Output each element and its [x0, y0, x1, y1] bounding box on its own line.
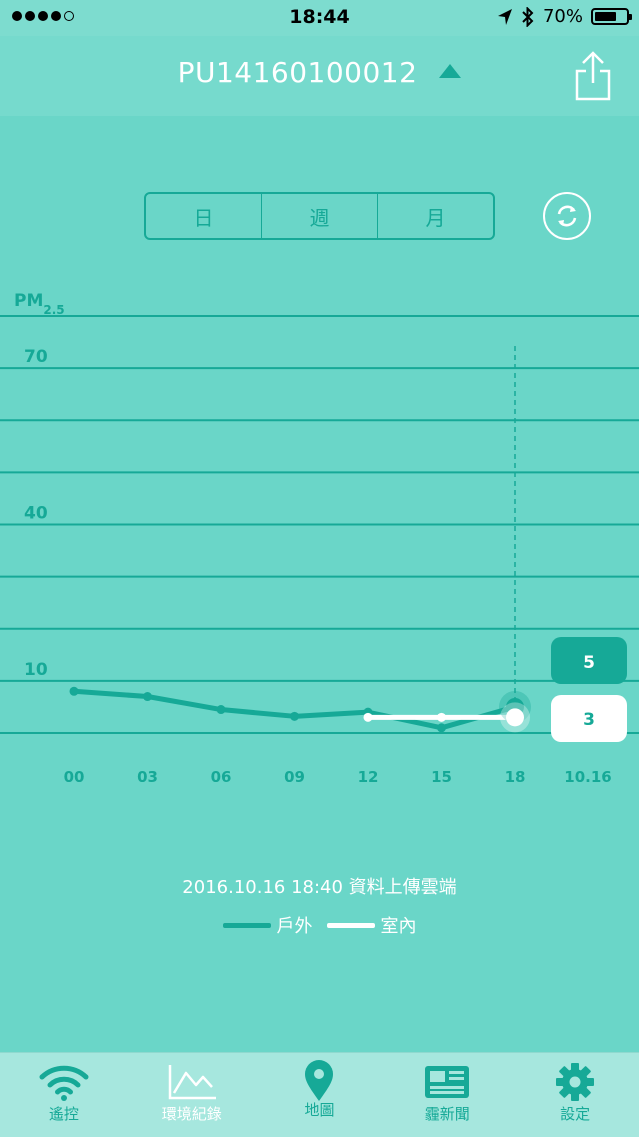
battery-percent: 70%: [542, 6, 583, 27]
refresh-button[interactable]: [543, 192, 591, 240]
x-tick-label: 15: [431, 768, 452, 786]
data-point-outdoor: [437, 723, 446, 733]
upload-status-text: 2016.10.16 18:40 資料上傳雲端: [182, 877, 457, 898]
battery-icon: [591, 8, 632, 25]
share-icon: [575, 51, 611, 101]
wifi-icon: [39, 1065, 89, 1101]
range-tab-week[interactable]: 週: [261, 194, 377, 238]
x-tick-label: 18: [505, 768, 526, 786]
bluetooth-icon: [522, 6, 534, 27]
range-tab-month[interactable]: 月: [377, 194, 493, 238]
tab-news[interactable]: 霾新聞: [383, 1053, 511, 1137]
status-bar: 18:44 70%: [0, 0, 639, 36]
x-tick-label: 06: [211, 768, 232, 786]
location-arrow-icon: [497, 8, 512, 25]
tab-settings[interactable]: 設定: [511, 1053, 639, 1137]
range-tab-day[interactable]: 日: [146, 194, 261, 238]
tab-remote[interactable]: 遙控: [0, 1053, 128, 1137]
y-axis-label: PM2.5: [14, 291, 65, 317]
tab-bar: 遙控 環境紀錄 地圖 霾新聞 設定: [0, 1052, 639, 1137]
tab-history[interactable]: 環境紀錄: [128, 1053, 256, 1137]
y-tick-label: 70: [24, 347, 48, 367]
chart-legend: 戶外 室內: [0, 912, 639, 938]
gear-icon: [556, 1063, 595, 1101]
x-tick-label: 03: [137, 768, 158, 786]
x-tick-label: 12: [358, 768, 379, 786]
data-point-outdoor: [143, 692, 152, 702]
caret-up-icon: [439, 64, 462, 78]
tab-news-label: 霾新聞: [424, 1105, 470, 1123]
pm25-chart: PM2.5 70 40 10 00 03 06 09 12 15 18 10.16 5 3: [0, 291, 639, 786]
tab-map[interactable]: 地圖: [256, 1053, 384, 1137]
data-point-outdoor: [290, 711, 299, 721]
x-tick-label: 00: [64, 768, 85, 786]
refresh-icon: [557, 205, 577, 227]
legend-label-indoor: 室內: [380, 916, 417, 937]
x-tick-label: 10.16: [564, 768, 611, 786]
current-point-indoor: [506, 708, 524, 727]
newspaper-icon: [425, 1066, 470, 1098]
device-selector[interactable]: PU14160100012: [0, 56, 639, 89]
x-tick-label: 09: [284, 768, 305, 786]
tab-remote-label: 遙控: [48, 1105, 79, 1123]
share-button[interactable]: [570, 50, 616, 102]
y-tick-label: 40: [24, 504, 48, 524]
tab-map-label: 地圖: [304, 1101, 335, 1119]
nav-bar: PU14160100012: [0, 36, 639, 116]
y-tick-label: 10: [24, 660, 48, 680]
value-badge-outdoor: 5: [551, 637, 627, 684]
tab-history-label: 環境紀錄: [161, 1105, 222, 1123]
legend-label-outdoor: 戶外: [276, 916, 313, 937]
value-badge-outdoor-text: 5: [583, 653, 595, 673]
map-pin-icon: [305, 1060, 334, 1101]
legend-item-indoor: 室內: [326, 912, 417, 938]
legend-swatch-outdoor: [222, 922, 271, 928]
data-point-outdoor: [69, 686, 79, 696]
data-point-outdoor: [216, 705, 226, 715]
device-id: PU14160100012: [177, 56, 418, 89]
data-point-indoor: [363, 712, 373, 722]
legend-swatch-indoor: [326, 922, 375, 928]
range-segmented-control: 日 週 月: [144, 192, 495, 240]
value-badge-indoor-text: 3: [583, 710, 595, 730]
legend-item-outdoor: 戶外: [222, 912, 313, 938]
value-badge-indoor: 3: [551, 695, 627, 742]
line-chart-icon: [168, 1065, 216, 1100]
series-line-outdoor: [71, 688, 518, 731]
data-point-indoor: [437, 712, 446, 722]
tab-settings-label: 設定: [560, 1105, 591, 1123]
